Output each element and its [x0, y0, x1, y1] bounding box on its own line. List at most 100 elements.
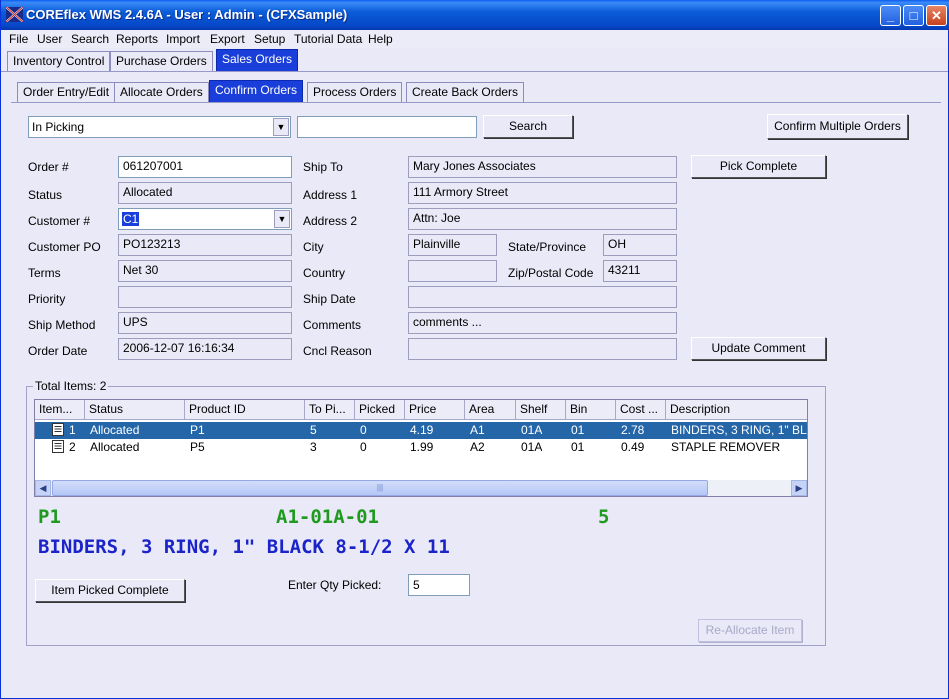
- cell-item: 2: [69, 440, 76, 454]
- column-header-description[interactable]: Description: [666, 400, 807, 420]
- tab-allocate-orders[interactable]: Allocate Orders: [114, 82, 209, 102]
- menu-search[interactable]: Search: [71, 32, 109, 46]
- priority-field: [118, 286, 292, 308]
- document-icon: [52, 423, 64, 436]
- search-input[interactable]: [297, 116, 477, 138]
- tab-inventory-control[interactable]: Inventory Control: [7, 51, 111, 71]
- menu-import[interactable]: Import: [166, 32, 200, 46]
- order-no-field[interactable]: 061207001: [118, 156, 292, 178]
- ship-date-label: Ship Date: [303, 292, 356, 306]
- cell-item: 1: [69, 423, 76, 437]
- city-label: City: [303, 240, 324, 254]
- pick-description-display: BINDERS, 3 RING, 1" BLACK 8-1/2 X 11: [38, 536, 450, 558]
- pick-product-display: P1: [38, 506, 61, 528]
- tab-purchase-orders[interactable]: Purchase Orders: [110, 51, 213, 71]
- document-icon: [52, 440, 64, 453]
- cell-area: A2: [470, 440, 485, 454]
- city-field: Plainville: [408, 234, 497, 256]
- column-header-picked[interactable]: Picked: [355, 400, 405, 420]
- cell-description: STAPLE REMOVER: [671, 440, 781, 454]
- search-button[interactable]: Search: [483, 115, 573, 138]
- title-bar[interactable]: COREflex WMS 2.4.6A - User : Admin - (CF…: [1, 0, 949, 30]
- horizontal-scrollbar[interactable]: ◀ ||| ▶: [35, 480, 807, 496]
- menu-file[interactable]: File: [9, 32, 28, 46]
- menu-user[interactable]: User: [37, 32, 62, 46]
- menu-setup[interactable]: Setup: [254, 32, 285, 46]
- scrollbar-thumb[interactable]: |||: [52, 480, 708, 496]
- cell-cost: 2.78: [621, 423, 645, 437]
- close-button[interactable]: ✕: [926, 5, 947, 26]
- address1-field: 111 Armory Street: [408, 182, 677, 204]
- cncl-reason-label: Cncl Reason: [303, 344, 372, 358]
- menu-export[interactable]: Export: [210, 32, 245, 46]
- tab-process-orders[interactable]: Process Orders: [307, 82, 403, 102]
- cell-status: Allocated: [90, 440, 140, 454]
- state-field: OH: [603, 234, 677, 256]
- tab-confirm-orders[interactable]: Confirm Orders: [209, 80, 304, 102]
- chevron-down-icon[interactable]: ▼: [273, 118, 289, 136]
- cncl-reason-field: [408, 338, 677, 360]
- address2-label: Address 2: [303, 214, 358, 228]
- column-header-to-pick[interactable]: To Pi...: [305, 400, 355, 420]
- column-header-cost[interactable]: Cost ...: [616, 400, 666, 420]
- customer-label: Customer #: [28, 214, 91, 228]
- maximize-button[interactable]: □: [903, 5, 924, 26]
- menu-reports[interactable]: Reports: [116, 32, 158, 46]
- tab-order-entry-edit[interactable]: Order Entry/Edit: [17, 82, 116, 102]
- menu-bar: File User Search Reports Import Export S…: [1, 30, 948, 48]
- status-filter-select[interactable]: In Picking ▼: [28, 116, 291, 138]
- ship-to-field: Mary Jones Associates: [408, 156, 677, 178]
- scroll-left-icon[interactable]: ◀: [35, 480, 51, 496]
- column-header-product-id[interactable]: Product ID: [185, 400, 305, 420]
- scroll-right-icon[interactable]: ▶: [791, 480, 807, 496]
- terms-field: Net 30: [118, 260, 292, 282]
- minimize-button[interactable]: _: [880, 5, 901, 26]
- confirm-multiple-orders-button[interactable]: Confirm Multiple Orders: [767, 114, 908, 139]
- chevron-down-icon[interactable]: ▼: [274, 210, 290, 228]
- address2-field: Attn: Joe: [408, 208, 677, 230]
- pick-complete-button[interactable]: Pick Complete: [691, 155, 826, 178]
- cell-to-pick: 5: [310, 423, 317, 437]
- column-header-bin[interactable]: Bin: [566, 400, 616, 420]
- order-date-label: Order Date: [28, 344, 88, 358]
- column-header-price[interactable]: Price: [405, 400, 465, 420]
- status-field: Allocated: [118, 182, 292, 204]
- tab-create-back-orders[interactable]: Create Back Orders: [406, 82, 525, 102]
- column-header-shelf[interactable]: Shelf: [516, 400, 566, 420]
- menu-tutorial-data[interactable]: Tutorial Data: [294, 32, 362, 46]
- item-picked-complete-button[interactable]: Item Picked Complete: [35, 579, 185, 602]
- tab-sales-orders[interactable]: Sales Orders: [216, 49, 299, 71]
- address1-label: Address 1: [303, 188, 358, 202]
- comments-field[interactable]: comments ...: [408, 312, 677, 334]
- column-header-area[interactable]: Area: [465, 400, 516, 420]
- main-window: COREflex WMS 2.4.6A - User : Admin - (CF…: [0, 0, 949, 699]
- menu-help[interactable]: Help: [368, 32, 393, 46]
- table-row[interactable]: 2 Allocated P5 3 0 1.99 A2 01A 01 0.49 S…: [35, 439, 807, 456]
- column-header-status[interactable]: Status: [85, 400, 185, 420]
- country-label: Country: [303, 266, 346, 280]
- terms-label: Terms: [28, 266, 61, 280]
- column-header-item[interactable]: Item...: [35, 400, 85, 420]
- cell-product-id: P5: [190, 440, 205, 454]
- status-label: Status: [28, 188, 63, 202]
- cell-price: 4.19: [410, 423, 434, 437]
- main-tabs-divider: [1, 71, 948, 72]
- qty-picked-label: Enter Qty Picked:: [288, 578, 382, 592]
- cell-shelf: 01A: [521, 440, 543, 454]
- zip-label: Zip/Postal Code: [508, 266, 594, 280]
- cell-to-pick: 3: [310, 440, 317, 454]
- table-row[interactable]: 1 Allocated P1 5 0 4.19 A1 01A 01 2.78 B…: [35, 422, 807, 439]
- update-comment-button[interactable]: Update Comment: [691, 337, 826, 360]
- ship-to-label: Ship To: [303, 160, 343, 174]
- priority-label: Priority: [28, 292, 66, 306]
- country-field: [408, 260, 497, 282]
- customer-select[interactable]: C1 ▼: [118, 208, 292, 230]
- qty-picked-input[interactable]: [408, 574, 470, 596]
- window-title: COREflex WMS 2.4.6A - User : Admin - (CF…: [26, 7, 348, 22]
- cell-cost: 0.49: [621, 440, 645, 454]
- reallocate-item-button[interactable]: Re-Allocate Item: [698, 619, 802, 642]
- total-items-label: Total Items: 2: [33, 379, 109, 393]
- items-table[interactable]: Item... Status Product ID To Pi... Picke…: [34, 399, 808, 497]
- customer-value: C1: [122, 212, 140, 226]
- customer-po-field: PO123213: [118, 234, 292, 256]
